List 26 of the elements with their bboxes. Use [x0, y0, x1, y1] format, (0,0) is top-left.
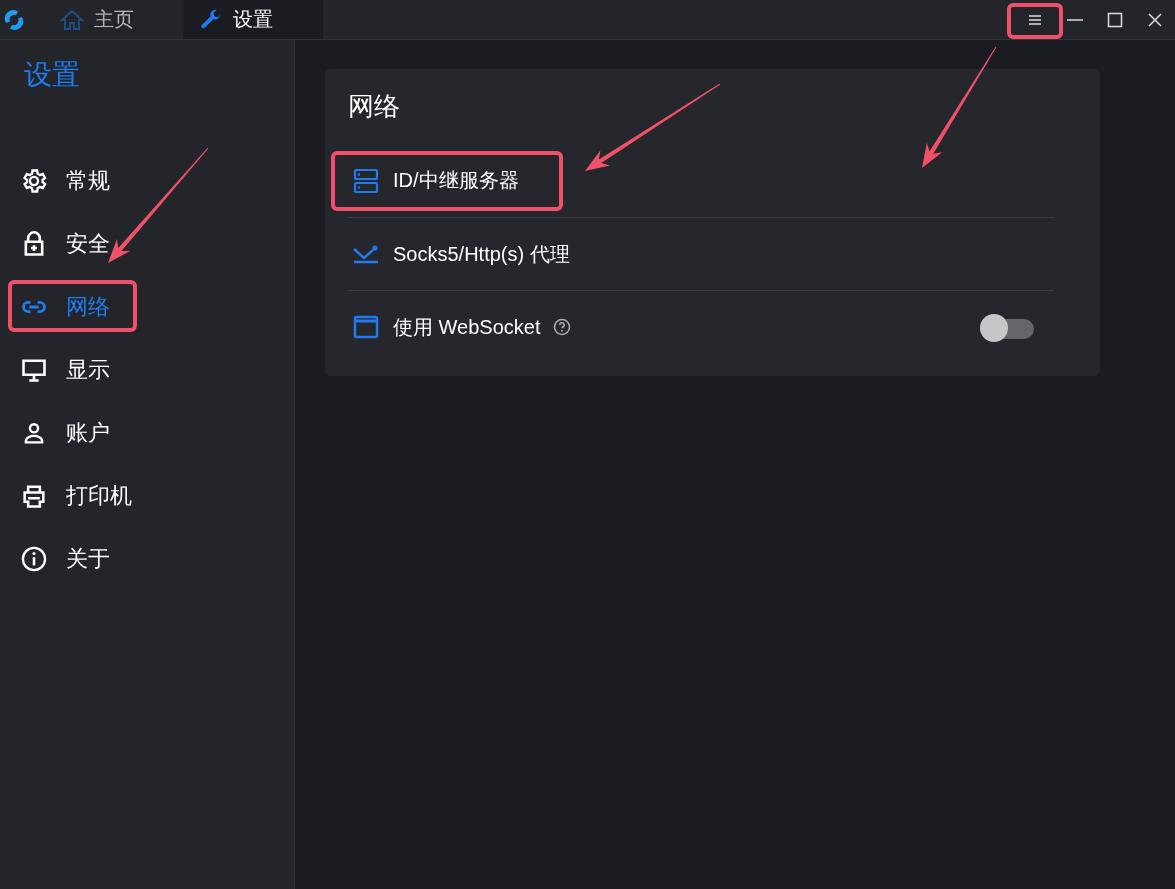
sidebar-item[interactable]: 账户 [0, 401, 294, 464]
setting-link[interactable]: ID/中继服务器 [393, 167, 519, 194]
sidebar-item[interactable]: 安全 [0, 212, 294, 275]
maximize-icon [1106, 10, 1124, 29]
close-icon [1146, 10, 1164, 29]
sidebar-item[interactable]: 网络 [0, 275, 294, 338]
toggle-switch[interactable] [980, 314, 1034, 340]
info-icon [20, 544, 48, 573]
sidebar-item[interactable]: 常规 [0, 149, 294, 212]
card-title: 网络 [348, 90, 400, 123]
sidebar-item[interactable]: 关于 [0, 527, 294, 590]
sidebar-item[interactable]: 显示 [0, 338, 294, 401]
server-icon [352, 166, 380, 195]
setting-label: 使用 WebSocket [393, 314, 541, 340]
logo-icon [2, 7, 26, 32]
sidebar-title: 设置 [24, 58, 80, 92]
tab[interactable]: 设置 [183, 0, 323, 39]
tab[interactable]: 主页 [46, 0, 183, 39]
annotation-box [1007, 3, 1063, 39]
minimize-icon [1066, 18, 1084, 21]
gear-icon [20, 166, 48, 195]
home-icon [60, 7, 84, 32]
window-icon [352, 313, 380, 341]
help-icon[interactable] [553, 318, 572, 336]
setting-link[interactable]: Socks5/Http(s) 代理 [393, 240, 570, 268]
sidebar-item[interactable]: 打印机 [0, 464, 294, 527]
